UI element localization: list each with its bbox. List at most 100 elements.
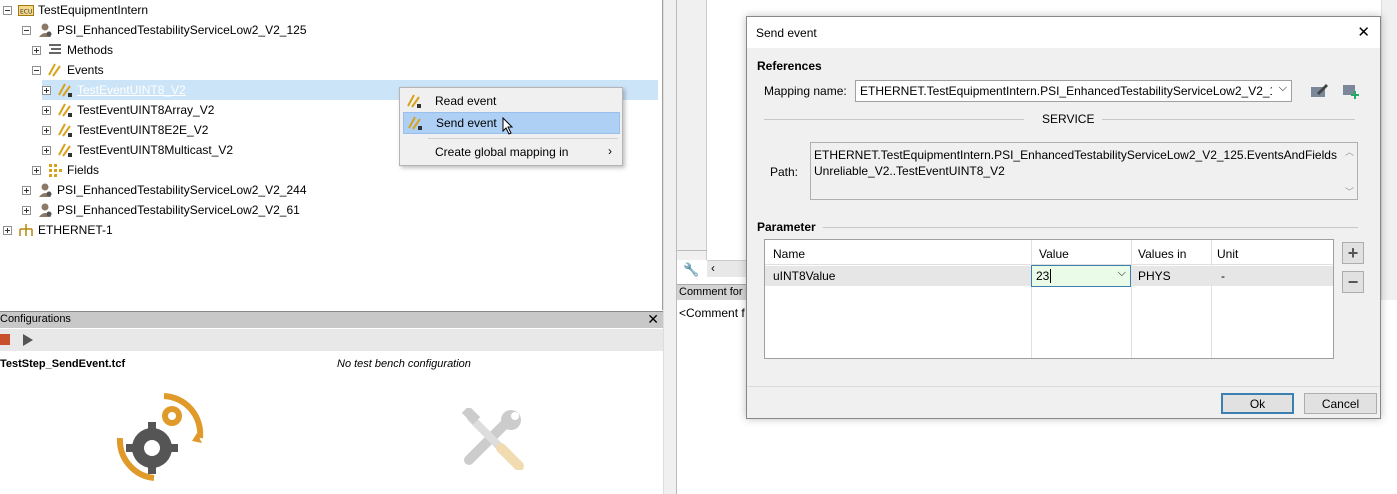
collapse-icon[interactable] <box>3 5 12 15</box>
play-icon[interactable] <box>22 333 34 347</box>
network-icon <box>18 222 34 238</box>
tree-item-label: Methods <box>67 43 114 57</box>
menu-item-read-event[interactable]: Read event <box>403 90 620 112</box>
scroll-left-icon[interactable]: ‹ <box>711 261 715 275</box>
expand-icon[interactable] <box>42 145 51 155</box>
configurations-header: Configurations ✕ <box>0 311 663 328</box>
configurations-title: Configurations <box>0 313 71 325</box>
tree-item-label: TestEventUINT8_V2 <box>77 83 186 97</box>
mouse-cursor-icon <box>502 117 514 135</box>
path-textarea[interactable]: ETHERNET.TestEquipmentIntern.PSI_Enhance… <box>810 142 1358 200</box>
expand-icon[interactable] <box>32 165 41 175</box>
scroll-up-icon[interactable]: ︿ <box>1345 145 1354 158</box>
tree-item-label: PSI_EnhancedTestabilityServiceLow2_V2_61 <box>57 203 300 217</box>
cancel-button-label: Cancel <box>1321 396 1360 411</box>
column-header-values-in[interactable]: Values in <box>1138 247 1186 261</box>
value-editor[interactable]: 23 ⌵ <box>1031 265 1131 287</box>
config-pane-testfile[interactable]: TestStep_SendEvent.tcf <box>0 352 328 494</box>
menu-item-create-global-mapping[interactable]: Create global mapping in › <box>403 141 620 163</box>
divider <box>677 250 707 251</box>
tree-item-service-125[interactable]: PSI_EnhancedTestabilityServiceLow2_V2_12… <box>22 20 307 40</box>
tree-item-label: TestEventUINT8E2E_V2 <box>77 123 209 137</box>
expand-icon[interactable] <box>42 125 51 135</box>
comment-text[interactable]: <Comment f <box>679 306 745 320</box>
tree-item-fields[interactable]: Fields <box>32 160 99 180</box>
chevron-down-icon[interactable]: ⌵ <box>1279 82 1287 95</box>
expand-icon[interactable] <box>22 205 31 215</box>
references-group-label: References <box>757 59 822 73</box>
no-testbench-text: No test bench configuration <box>337 358 471 370</box>
tree-item-label: TestEventUINT8Array_V2 <box>77 103 215 117</box>
mapping-name-dropdown[interactable]: ETHERNET.TestEquipmentIntern.PSI_Enhance… <box>855 80 1292 102</box>
parameter-table[interactable]: Name Value Values in Unit uINT8Value 23 … <box>764 239 1334 359</box>
tree-item-testeventuint8array-v2[interactable]: TestEventUINT8Array_V2 <box>42 100 214 120</box>
tree-item-events[interactable]: Events <box>32 60 104 80</box>
tree-item-label: Fields <box>67 163 100 177</box>
collapse-icon[interactable] <box>22 25 31 35</box>
tree-item-methods[interactable]: Methods <box>32 40 113 60</box>
collapse-icon[interactable] <box>32 65 41 75</box>
ok-button-label: Ok <box>1249 396 1266 411</box>
svg-text:ECU: ECU <box>20 9 32 16</box>
vertical-splitter[interactable] <box>663 0 677 494</box>
tree-item-ethernet-1[interactable]: ETHERNET-1 <box>3 220 113 240</box>
plus-icon: + <box>1347 242 1359 263</box>
remove-row-button[interactable]: − <box>1342 271 1364 293</box>
column-header-name[interactable]: Name <box>773 247 805 261</box>
expand-icon[interactable] <box>3 225 12 235</box>
tree-item-testeventuint8multicast-v2[interactable]: TestEventUINT8Multicast_V2 <box>42 140 233 160</box>
close-icon[interactable]: ✕ <box>647 311 659 328</box>
close-icon[interactable]: ✕ <box>1357 23 1370 41</box>
footer-separator <box>747 386 1380 387</box>
config-file-name: TestStep_SendEvent.tcf <box>0 358 126 370</box>
tree-item-label: TestEquipmentIntern <box>38 3 149 17</box>
tree-item-label: TestEventUINT8Multicast_V2 <box>77 143 234 157</box>
table-header: Name Value Values in Unit <box>765 240 1333 358</box>
menu-separator <box>428 138 618 139</box>
menu-item-send-event[interactable]: Send event <box>403 112 620 135</box>
ecu-icon: ECU <box>18 2 34 18</box>
wrench-icon[interactable]: 🔧 <box>683 262 699 278</box>
event-icon <box>57 122 73 138</box>
expand-icon[interactable] <box>42 105 51 115</box>
tree-item-label: PSI_EnhancedTestabilityServiceLow2_V2_24… <box>57 183 307 197</box>
add-row-button[interactable]: + <box>1342 242 1364 264</box>
event-icon <box>57 82 73 98</box>
scroll-down-icon[interactable]: ﹀ <box>1345 185 1354 198</box>
tree-item-label: Events <box>67 63 104 77</box>
tree-item-testequipmentintern[interactable]: ECU TestEquipmentIntern <box>3 0 148 20</box>
expand-icon[interactable] <box>42 85 51 95</box>
methods-icon <box>47 42 63 58</box>
add-mapping-icon[interactable] <box>1341 81 1361 101</box>
column-divider <box>1031 240 1032 358</box>
context-menu: Read event Send event Create global mapp… <box>399 87 623 166</box>
configurations-toolbar <box>0 329 663 351</box>
service-label: SERVICE <box>1042 112 1095 126</box>
column-divider <box>1211 240 1212 358</box>
tree-item-service-61[interactable]: PSI_EnhancedTestabilityServiceLow2_V2_61 <box>22 200 300 220</box>
mapping-name-label: Mapping name: <box>764 84 847 98</box>
ok-button[interactable]: Ok <box>1221 393 1294 414</box>
cancel-button[interactable]: Cancel <box>1304 393 1377 414</box>
column-header-value[interactable]: Value <box>1039 247 1069 261</box>
table-row[interactable]: uINT8Value 23 ⌵ PHYS - <box>765 265 1333 287</box>
menu-item-label: Read event <box>435 94 497 108</box>
tree-item-label: ETHERNET-1 <box>38 223 113 237</box>
separator-left <box>764 119 1024 120</box>
chevron-down-icon[interactable]: ⌵ <box>1118 267 1126 280</box>
expand-icon[interactable] <box>32 45 41 55</box>
tree-item-testeventuint8e2e-v2[interactable]: TestEventUINT8E2E_V2 <box>42 120 208 140</box>
send-event-icon <box>406 114 424 132</box>
separator-right <box>1102 119 1355 120</box>
column-header-unit[interactable]: Unit <box>1217 247 1238 261</box>
read-event-icon <box>405 92 423 110</box>
dialog-title: Send event <box>756 25 817 40</box>
vertical-scrollbar[interactable] <box>1381 0 1397 300</box>
event-icon <box>57 142 73 158</box>
stop-icon[interactable] <box>0 334 10 345</box>
parameter-separator <box>823 227 1358 228</box>
expand-icon[interactable] <box>22 185 31 195</box>
tree-item-service-244[interactable]: PSI_EnhancedTestabilityServiceLow2_V2_24… <box>22 180 307 200</box>
edit-mapping-icon[interactable] <box>1309 81 1329 101</box>
config-pane-testbench[interactable]: No test bench configuration <box>331 352 663 494</box>
